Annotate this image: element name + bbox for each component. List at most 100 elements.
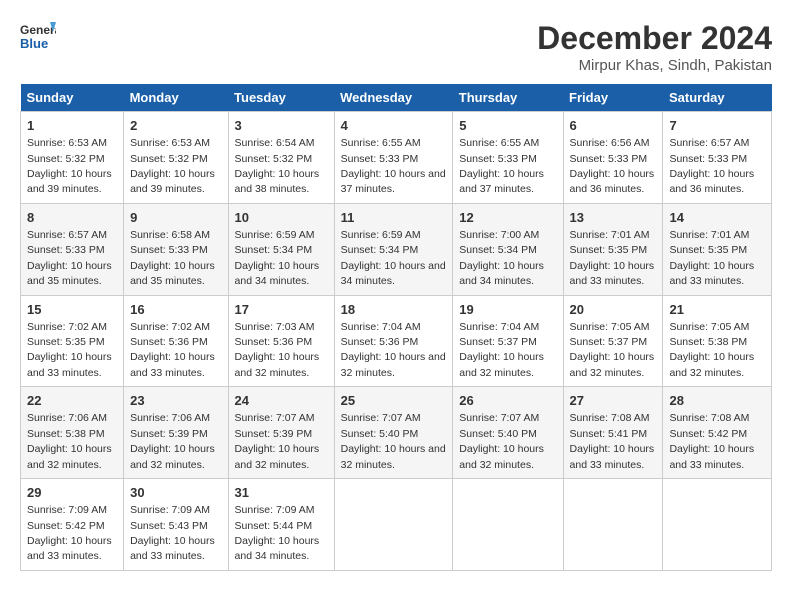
day-cell: 1Sunrise: 6:53 AMSunset: 5:32 PMDaylight… (21, 112, 124, 204)
day-detail: Sunrise: 7:05 AM (669, 321, 749, 333)
day-detail: Sunrise: 7:09 AM (130, 504, 210, 516)
day-cell (563, 479, 663, 571)
day-detail: Sunrise: 7:00 AM (459, 229, 539, 241)
day-cell: 12Sunrise: 7:00 AMSunset: 5:34 PMDayligh… (453, 203, 563, 295)
day-detail: Sunset: 5:33 PM (130, 244, 208, 256)
day-cell: 29Sunrise: 7:09 AMSunset: 5:42 PMDayligh… (21, 479, 124, 571)
day-number: 4 (341, 117, 447, 135)
day-detail: Sunset: 5:33 PM (341, 153, 419, 165)
day-cell: 10 Sunrise: 6:59 AM Sunset: 5:34 PM Dayligh… (228, 203, 334, 295)
page-subtitle: Mirpur Khas, Sindh, Pakistan (537, 57, 772, 74)
day-cell: 8Sunrise: 6:57 AMSunset: 5:33 PMDaylight… (21, 203, 124, 295)
day-detail: Daylight: 10 hours and 33 minutes. (130, 351, 215, 378)
day-number: 1 (27, 117, 117, 135)
day-detail: Sunset: 5:39 PM (235, 428, 313, 440)
week-row-3: 15Sunrise: 7:02 AMSunset: 5:35 PMDayligh… (21, 295, 772, 387)
day-detail: Sunset: 5:44 PM (235, 520, 313, 532)
day-detail: Sunset: 5:43 PM (130, 520, 208, 532)
day-detail: Sunrise: 7:07 AM (341, 412, 421, 424)
day-number: 8 (27, 209, 117, 227)
day-number: 10 (235, 209, 328, 227)
day-detail: Daylight: 10 hours and 39 minutes. (130, 168, 215, 195)
day-number: 18 (341, 301, 447, 319)
day-cell: 30 Sunrise: 7:09 AM Sunset: 5:43 PM Dayligh… (124, 479, 228, 571)
col-header-friday: Friday (563, 84, 663, 112)
day-number: 20 (570, 301, 657, 319)
day-number: 6 (570, 117, 657, 135)
col-header-monday: Monday (124, 84, 228, 112)
day-detail: Sunrise: 7:08 AM (570, 412, 650, 424)
day-number: 16 (130, 301, 221, 319)
day-number: 29 (27, 484, 117, 502)
day-detail: Sunset: 5:41 PM (570, 428, 648, 440)
day-detail: Sunset: 5:34 PM (235, 244, 313, 256)
day-detail: Daylight: 10 hours and 36 minutes. (669, 168, 754, 195)
logo: General Blue (20, 20, 56, 56)
day-cell: 2Sunrise: 6:53 AMSunset: 5:32 PMDaylight… (124, 112, 228, 204)
day-detail: Sunrise: 7:04 AM (459, 321, 539, 333)
day-detail: Sunset: 5:39 PM (130, 428, 208, 440)
page-header: General Blue December 2024 Mirpur Khas, … (20, 20, 772, 74)
week-row-5: 29Sunrise: 7:09 AMSunset: 5:42 PMDayligh… (21, 479, 772, 571)
day-number: 22 (27, 392, 117, 410)
day-cell: 27Sunrise: 7:08 AMSunset: 5:41 PMDayligh… (563, 387, 663, 479)
day-detail: Sunset: 5:34 PM (341, 244, 419, 256)
day-cell (663, 479, 772, 571)
day-detail: Sunrise: 7:07 AM (235, 412, 315, 424)
day-cell: 22 Sunrise: 7:06 AM Sunset: 5:38 PM Dayligh… (21, 387, 124, 479)
day-detail: Sunrise: 7:06 AM (27, 412, 107, 424)
day-detail: Sunrise: 6:53 AM (130, 137, 210, 149)
day-detail: Daylight: 10 hours and 35 minutes. (130, 260, 215, 287)
day-detail: Daylight: 10 hours and 33 minutes. (130, 535, 215, 562)
day-cell: 17Sunrise: 7:03 AMSunset: 5:36 PMDayligh… (228, 295, 334, 387)
day-detail: Sunset: 5:42 PM (669, 428, 747, 440)
day-detail: Sunset: 5:33 PM (570, 153, 648, 165)
col-header-sunday: Sunday (21, 84, 124, 112)
day-number: 24 (235, 392, 328, 410)
day-detail: Sunset: 5:38 PM (27, 428, 105, 440)
day-detail: Sunset: 5:38 PM (669, 336, 747, 348)
day-detail: Sunrise: 7:07 AM (459, 412, 539, 424)
day-detail: Daylight: 10 hours and 37 minutes. (459, 168, 544, 195)
day-detail: Daylight: 10 hours and 32 minutes. (27, 443, 112, 470)
day-detail: Daylight: 10 hours and 32 minutes. (341, 443, 446, 470)
day-detail: Sunset: 5:35 PM (27, 336, 105, 348)
day-detail: Daylight: 10 hours and 32 minutes. (235, 443, 320, 470)
day-cell: 6Sunrise: 6:56 AMSunset: 5:33 PMDaylight… (563, 112, 663, 204)
day-detail: Sunrise: 7:06 AM (130, 412, 210, 424)
day-detail: Daylight: 10 hours and 34 minutes. (235, 535, 320, 562)
day-detail: Sunrise: 6:59 AM (235, 229, 315, 241)
day-detail: Sunset: 5:34 PM (459, 244, 537, 256)
day-detail: Daylight: 10 hours and 33 minutes. (570, 443, 655, 470)
day-detail: Sunset: 5:40 PM (341, 428, 419, 440)
day-detail: Sunrise: 7:09 AM (235, 504, 315, 516)
col-header-thursday: Thursday (453, 84, 563, 112)
day-detail: Sunrise: 7:01 AM (669, 229, 749, 241)
day-detail: Sunset: 5:35 PM (570, 244, 648, 256)
day-number: 11 (341, 209, 447, 227)
day-cell: 5Sunrise: 6:55 AMSunset: 5:33 PMDaylight… (453, 112, 563, 204)
day-detail: Daylight: 10 hours and 34 minutes. (235, 260, 320, 287)
day-cell: 28Sunrise: 7:08 AMSunset: 5:42 PMDayligh… (663, 387, 772, 479)
day-number: 30 (130, 484, 221, 502)
day-detail: Sunset: 5:40 PM (459, 428, 537, 440)
week-row-4: 22 Sunrise: 7:06 AM Sunset: 5:38 PM Dayligh… (21, 387, 772, 479)
day-detail: Daylight: 10 hours and 38 minutes. (235, 168, 320, 195)
day-detail: Daylight: 10 hours and 33 minutes. (669, 443, 754, 470)
day-detail: Sunrise: 7:09 AM (27, 504, 107, 516)
day-cell: 16Sunrise: 7:02 AMSunset: 5:36 PMDayligh… (124, 295, 228, 387)
day-number: 17 (235, 301, 328, 319)
page-title: December 2024 (537, 20, 772, 57)
day-detail: Daylight: 10 hours and 35 minutes. (27, 260, 112, 287)
svg-text:Blue: Blue (20, 36, 48, 51)
day-detail: Sunrise: 6:58 AM (130, 229, 210, 241)
day-detail: Sunset: 5:33 PM (459, 153, 537, 165)
svg-text:General: General (20, 23, 56, 37)
col-header-tuesday: Tuesday (228, 84, 334, 112)
day-cell: 26Sunrise: 7:07 AMSunset: 5:40 PMDayligh… (453, 387, 563, 479)
header-row: SundayMondayTuesdayWednesdayThursdayFrid… (21, 84, 772, 112)
day-detail: Daylight: 10 hours and 36 minutes. (570, 168, 655, 195)
day-detail: Daylight: 10 hours and 32 minutes. (235, 351, 320, 378)
day-cell (453, 479, 563, 571)
day-detail: Sunset: 5:36 PM (341, 336, 419, 348)
